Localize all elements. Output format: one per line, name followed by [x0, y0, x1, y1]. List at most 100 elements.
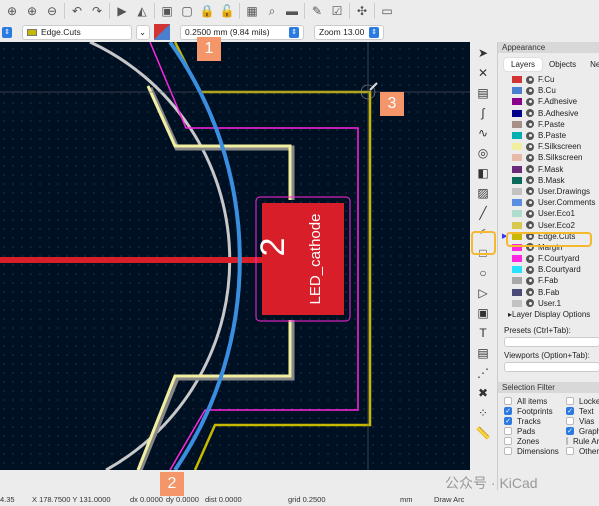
layer-color-swatch[interactable]	[512, 255, 522, 263]
layer-color-swatch[interactable]	[512, 87, 522, 95]
tune-icon[interactable]: ∿	[472, 123, 494, 142]
layer-row[interactable]: User.Eco2	[498, 219, 599, 230]
pad-2[interactable]	[262, 203, 344, 315]
layer-row[interactable]: B.Adhesive	[498, 108, 599, 119]
checkbox-icon[interactable]: ✓	[504, 407, 512, 415]
scripting-icon[interactable]: ✎	[309, 3, 325, 19]
layer-row[interactable]: F.Courtyard	[498, 253, 599, 264]
layer-row[interactable]: User.Comments	[498, 197, 599, 208]
undo-icon[interactable]: ↶	[69, 3, 85, 19]
layer-color-swatch[interactable]	[512, 176, 522, 184]
checkbox-icon[interactable]	[566, 397, 574, 405]
zoom-out-icon[interactable]: ⊖	[44, 3, 60, 19]
checkbox-icon[interactable]: ✓	[566, 427, 574, 435]
filter-checkbox[interactable]: Pads	[504, 426, 566, 436]
zoom-select[interactable]: Zoom 13.00 ⇕	[314, 24, 384, 40]
checkbox-icon[interactable]: ✓	[504, 417, 512, 425]
layer-row[interactable]: F.Fab	[498, 275, 599, 286]
filter-checkbox[interactable]: Vias	[566, 416, 599, 426]
eye-icon[interactable]	[526, 75, 534, 84]
layer-display-options[interactable]: ▸Layer Display Options	[498, 310, 599, 322]
dimension-icon[interactable]: ⋰	[472, 363, 494, 382]
eye-icon[interactable]	[526, 97, 534, 106]
checkbox-icon[interactable]	[566, 437, 568, 445]
filter-checkbox[interactable]: All items	[504, 396, 566, 406]
polygon-icon[interactable]: ▷	[472, 283, 494, 302]
tab-nets[interactable]: Nets	[583, 58, 599, 71]
layer-row[interactable]: B.Cu	[498, 85, 599, 96]
ungroup-icon[interactable]: ▢	[179, 3, 195, 19]
footprint-icon[interactable]: ▬	[284, 3, 300, 19]
layer-color-swatch[interactable]	[512, 154, 522, 162]
checkbox-icon[interactable]	[504, 437, 512, 445]
layer-row[interactable]: User.2	[498, 309, 599, 310]
eye-icon[interactable]	[526, 120, 534, 129]
eye-icon[interactable]	[526, 176, 534, 185]
layer-color-swatch[interactable]	[512, 165, 522, 173]
layer-row[interactable]: User.1	[498, 298, 599, 309]
group-icon[interactable]: ▣	[159, 3, 175, 19]
layer-row[interactable]: F.Adhesive	[498, 96, 599, 107]
tab-objects[interactable]: Objects	[542, 58, 583, 71]
eye-icon[interactable]	[526, 254, 534, 263]
layer-row[interactable]: B.Silkscreen	[498, 152, 599, 163]
textbox-icon[interactable]: ▤	[472, 343, 494, 362]
layer-color-swatch[interactable]	[512, 299, 522, 307]
layer-color-swatch[interactable]	[512, 210, 522, 218]
circle-icon[interactable]: ○	[472, 263, 494, 282]
layer-row[interactable]: B.Paste	[498, 130, 599, 141]
eye-icon[interactable]	[526, 86, 534, 95]
delete-icon[interactable]: ✖	[472, 383, 494, 402]
redo-icon[interactable]: ↷	[89, 3, 105, 19]
layer-color-swatch[interactable]	[512, 221, 522, 229]
checkbox-icon[interactable]: ✓	[566, 407, 574, 415]
select-icon[interactable]: ➤	[472, 43, 494, 62]
eye-icon[interactable]	[526, 198, 534, 207]
layer-color-swatch[interactable]	[512, 143, 522, 151]
layer-color-swatch[interactable]	[512, 76, 522, 84]
text-icon[interactable]: T	[472, 323, 494, 342]
unroute-icon[interactable]: ✕	[472, 63, 494, 82]
filter-checkbox[interactable]: ✓ Graphics	[566, 426, 599, 436]
layer-row[interactable]: F.Cu	[498, 74, 599, 85]
filter-checkbox[interactable]: Locked	[566, 396, 599, 406]
zoom-fit-icon[interactable]: ⊕	[4, 3, 20, 19]
layer-color-swatch[interactable]	[512, 288, 522, 296]
mirror-icon[interactable]: ◭	[134, 3, 150, 19]
eye-icon[interactable]	[526, 288, 534, 297]
layer-row[interactable]: F.Silkscreen	[498, 141, 599, 152]
checkbox-icon[interactable]	[504, 427, 512, 435]
spin-icon[interactable]: ⇕	[2, 26, 12, 38]
presets-select[interactable]	[504, 337, 599, 347]
board-setup-icon[interactable]: ▦	[244, 3, 260, 19]
layer-color-swatch[interactable]	[512, 187, 522, 195]
checkbox-icon[interactable]	[504, 397, 512, 405]
eye-icon[interactable]	[526, 165, 534, 174]
grid-origin-icon[interactable]: ⁘	[472, 403, 494, 422]
layer-dropdown-button[interactable]: ⌄	[136, 24, 150, 40]
filter-checkbox[interactable]: Zones	[504, 436, 566, 446]
measure-icon[interactable]: 📏	[472, 423, 494, 442]
eye-icon[interactable]	[526, 265, 534, 274]
layer-color-swatch[interactable]	[512, 98, 522, 106]
eye-icon[interactable]	[526, 109, 534, 118]
image-icon[interactable]: ▣	[472, 303, 494, 322]
layer-row[interactable]: User.Drawings	[498, 186, 599, 197]
layer-pair-icon[interactable]	[154, 24, 170, 40]
flip-icon[interactable]: ▶	[114, 3, 130, 19]
filter-checkbox[interactable]: Rule Areas	[566, 436, 599, 446]
tab-layers[interactable]: Layers	[504, 58, 543, 71]
layer-row[interactable]: User.Eco1	[498, 208, 599, 219]
eye-icon[interactable]	[526, 299, 534, 308]
filter-checkbox[interactable]: ✓ Tracks	[504, 416, 566, 426]
console-icon[interactable]: ▭	[379, 3, 395, 19]
eye-icon[interactable]	[526, 276, 534, 285]
inspect-icon[interactable]: ⌕	[264, 3, 280, 19]
route-track-icon[interactable]: ∫	[472, 103, 494, 122]
eye-icon[interactable]	[526, 131, 534, 140]
layer-select[interactable]: Edge.Cuts	[22, 24, 132, 40]
layer-row[interactable]: B.Fab	[498, 287, 599, 298]
via-icon[interactable]: ◎	[472, 143, 494, 162]
zone-icon[interactable]: ◧	[472, 163, 494, 182]
lock-icon[interactable]: 🔒	[199, 3, 215, 19]
